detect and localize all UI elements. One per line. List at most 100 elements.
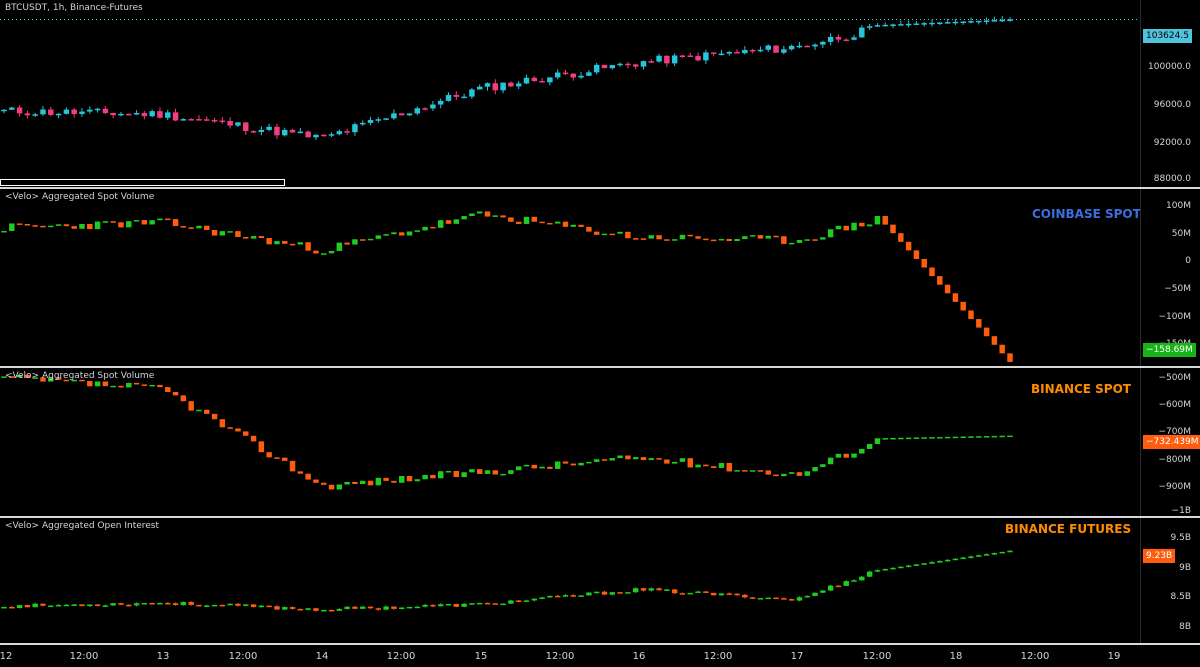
- binance-spot-pane[interactable]: <Velo> Aggregated Spot Volume BINANCE SP…: [0, 368, 1200, 516]
- coinbase-cvd-bar: [16, 223, 23, 225]
- price-candle: [523, 74, 530, 85]
- price-candle: [63, 107, 70, 115]
- open-interest-bar: [578, 595, 584, 597]
- binance-spot-cvd-bar: [570, 463, 577, 466]
- binance-spot-cvd-bar: [383, 477, 389, 481]
- binance-spot-cvd-bar: [250, 435, 257, 442]
- coinbase-cvd-bar: [734, 239, 740, 242]
- open-interest-bar: [539, 596, 545, 600]
- coinbase-cvd-bar: [406, 231, 413, 236]
- coinbase-cvd-bar: [24, 224, 31, 226]
- coinbase-cvd-bar: [484, 211, 491, 217]
- open-interest-plot[interactable]: <Velo> Aggregated Open Interest BINANCE …: [0, 518, 1140, 643]
- binance-spot-cvd-bar: [94, 381, 101, 387]
- binance-spot-cvd-bar: [172, 392, 179, 396]
- price-candle: [243, 122, 249, 135]
- price-candle: [656, 53, 662, 63]
- open-interest-bar: [94, 604, 101, 607]
- binance-spot-cvd-bar: [110, 385, 116, 388]
- price-candle: [554, 69, 561, 80]
- price-candle: [406, 113, 413, 117]
- coinbase-cvd-bar: [913, 250, 920, 259]
- open-interest-pane[interactable]: <Velo> Aggregated Open Interest BINANCE …: [0, 518, 1200, 643]
- price-candle: [937, 22, 943, 26]
- time-tick: 12:00: [228, 651, 258, 662]
- open-interest-bar: [734, 593, 740, 596]
- open-interest-bar: [609, 591, 616, 596]
- coinbase-cvd-bar: [375, 235, 382, 239]
- binance-spot-cvd-bar: [133, 382, 140, 385]
- coinbase-cvd-bar: [219, 231, 226, 236]
- coinbase-cvd-bar: [40, 225, 46, 228]
- open-interest-bar: [469, 603, 475, 605]
- price-candle: [695, 52, 701, 62]
- open-interest-bar: [952, 558, 959, 561]
- binance-spot-cvd-bar: [742, 470, 748, 472]
- coinbase-plot[interactable]: <Velo> Aggregated Spot Volume COINBASE S…: [0, 189, 1141, 366]
- binance-spot-cvd-bar: [243, 431, 249, 436]
- open-interest-bar: [710, 592, 717, 596]
- price-candle: [48, 106, 54, 117]
- price-candle: [578, 72, 584, 79]
- coinbase-cvd-bar: [367, 238, 374, 241]
- binance-spot-cvd-bar: [983, 436, 990, 438]
- price-plot[interactable]: BTCUSDT, 1h, Binance-Futures: [0, 0, 1140, 187]
- coinbase-cvd-bar: [609, 233, 616, 236]
- open-interest-bar: [9, 606, 15, 609]
- binance-spot-cvd-bar: [999, 435, 1005, 438]
- coinbase-cvd-bar: [94, 221, 101, 230]
- open-interest-bar: [133, 602, 140, 607]
- price-candle: [515, 80, 522, 90]
- binance-spot-label: BINANCE SPOT: [1031, 382, 1131, 396]
- binance-spot-cvd-bar: [476, 469, 483, 474]
- open-interest-bar: [172, 602, 179, 606]
- coinbase-cvd-bar: [656, 235, 662, 240]
- price-candle: [180, 118, 187, 121]
- scroll-handle[interactable]: [0, 179, 285, 186]
- value-tick: −50M: [1164, 284, 1191, 294]
- open-interest-bar: [282, 606, 288, 611]
- open-interest-bar: [196, 604, 202, 607]
- price-candle: [508, 81, 514, 88]
- coinbase-cvd-bar: [890, 224, 896, 234]
- coinbase-cvd-bar: [430, 226, 436, 229]
- indicator-title[interactable]: <Velo> Aggregated Spot Volume: [5, 192, 154, 202]
- coinbase-cvd-bar: [562, 221, 569, 227]
- symbol-title[interactable]: BTCUSDT, 1h, Binance-Futures: [5, 3, 143, 13]
- price-candle: [336, 129, 343, 136]
- open-interest-axis[interactable]: 9.5B 9B 8.5B 8B: [1140, 518, 1200, 643]
- open-interest-bar: [921, 563, 927, 565]
- price-candle: [796, 41, 803, 49]
- price-candle: [40, 105, 46, 116]
- price-candle: [258, 126, 265, 136]
- coinbase-cvd-bar: [165, 218, 171, 221]
- coinbase-cvd-bar: [968, 310, 974, 320]
- coinbase-cvd-bar: [601, 233, 608, 236]
- coinbase-cvd-bar: [898, 233, 904, 242]
- binance-spot-cvd-bar: [500, 473, 506, 476]
- coinbase-axis[interactable]: 100M 50M 0 −50M −100M −150M: [1140, 189, 1200, 366]
- coinbase-cvd-bar: [625, 231, 631, 239]
- price-candle: [804, 45, 810, 48]
- coinbase-spot-label: COINBASE SPOT: [1032, 207, 1141, 221]
- indicator-title[interactable]: <Velo> Aggregated Spot Volume: [5, 371, 154, 381]
- coinbase-cvd-bar: [344, 242, 350, 245]
- price-pane[interactable]: BTCUSDT, 1h, Binance-Futures 100000.0 96…: [0, 0, 1200, 187]
- open-interest-bar: [835, 585, 842, 588]
- open-interest-bar: [523, 599, 530, 602]
- price-candle: [227, 117, 233, 129]
- coinbase-cvd-bar: [593, 231, 600, 235]
- coinbase-cvd-bar: [703, 238, 709, 241]
- time-tick: 13: [156, 651, 170, 662]
- coinbase-pane[interactable]: <Velo> Aggregated Spot Volume COINBASE S…: [0, 189, 1200, 366]
- coinbase-cvd-bar: [640, 238, 647, 240]
- open-interest-bar: [718, 593, 725, 596]
- binance-spot-plot[interactable]: <Velo> Aggregated Spot Volume BINANCE SP…: [0, 368, 1140, 516]
- coinbase-cvd-bar: [453, 219, 460, 224]
- coinbase-cvd-bar: [188, 227, 194, 229]
- last-price-badge: 103624.5: [1143, 29, 1192, 43]
- indicator-title[interactable]: <Velo> Aggregated Open Interest: [5, 521, 159, 531]
- coinbase-cvd-bar: [149, 220, 155, 225]
- open-interest-bar: [165, 602, 171, 605]
- open-interest-bar: [383, 605, 389, 611]
